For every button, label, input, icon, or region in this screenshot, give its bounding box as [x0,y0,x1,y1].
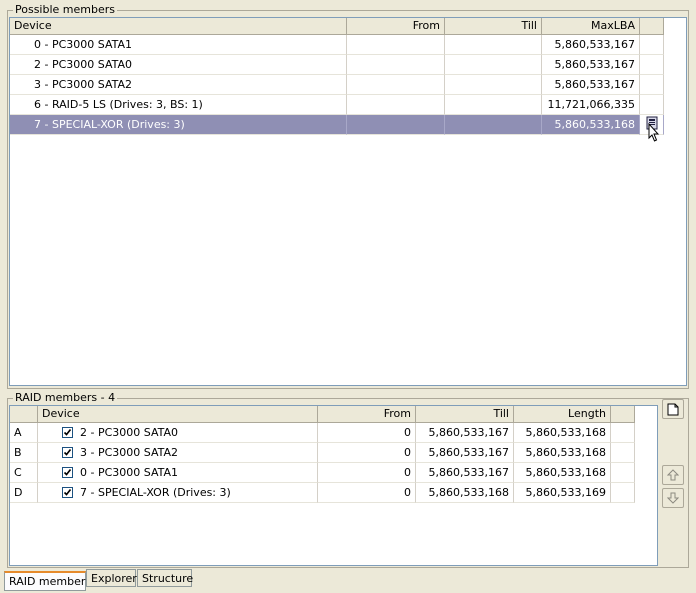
extra-cell [640,95,664,115]
col-maxlba-header[interactable]: MaxLBA [542,18,640,35]
extra-cell [611,443,635,463]
letter-cell: D [10,483,38,503]
col-extra-header [611,406,635,423]
till-cell: 5,860,533,167 [416,463,514,483]
device-cell: 6 - RAID-5 LS (Drives: 3, BS: 1) [10,95,347,115]
device-cell: 7 - SPECIAL-XOR (Drives: 3) [10,115,347,135]
tab-structure[interactable]: Structure [137,569,193,587]
col-length-header[interactable]: Length [514,406,611,423]
col-extra-header [640,18,664,35]
from-cell [347,55,445,75]
device-label: 3 - PC3000 SATA2 [80,446,179,459]
extra-cell [640,55,664,75]
letter-cell: B [10,443,38,463]
arrow-up-icon [667,469,679,481]
till-cell: 5,860,533,167 [416,443,514,463]
possible-members-title: Possible members [13,3,117,16]
from-cell: 0 [318,483,416,503]
till-cell [445,115,542,135]
device-cell: 7 - SPECIAL-XOR (Drives: 3) [38,483,318,503]
length-cell: 5,860,533,168 [514,443,611,463]
from-cell [347,115,445,135]
extra-cell [611,463,635,483]
member-checkbox[interactable] [62,447,73,458]
device-cell: 0 - PC3000 SATA1 [10,35,347,55]
maxlba-cell: 11,721,066,335 [542,95,640,115]
move-up-button[interactable] [662,465,684,485]
col-device-header[interactable]: Device [38,406,318,423]
device-cell: 2 - PC3000 SATA0 [38,423,318,443]
maxlba-cell: 5,860,533,167 [542,35,640,55]
mouse-cursor-icon [648,122,662,143]
possible-members-table[interactable]: Device From Till MaxLBA 0 - PC3000 SATA1… [9,17,687,386]
till-cell: 5,860,533,167 [416,423,514,443]
length-cell: 5,860,533,168 [514,423,611,443]
length-cell: 5,860,533,169 [514,483,611,503]
from-cell [347,75,445,95]
letter-cell: A [10,423,38,443]
new-document-icon [667,403,679,416]
length-cell: 5,860,533,168 [514,463,611,483]
device-cell: 3 - PC3000 SATA2 [10,75,347,95]
from-cell: 0 [318,423,416,443]
col-letter-header [10,406,38,423]
from-cell [347,95,445,115]
device-cell: 2 - PC3000 SATA0 [10,55,347,75]
member-checkbox[interactable] [62,487,73,498]
move-down-button[interactable] [662,488,684,508]
raid-members-title: RAID members - 4 [13,391,118,404]
extra-cell [611,423,635,443]
col-till-header[interactable]: Till [445,18,542,35]
till-cell [445,95,542,115]
letter-cell: C [10,463,38,483]
col-from-header[interactable]: From [347,18,445,35]
device-label: 2 - PC3000 SATA0 [80,426,179,439]
member-checkbox[interactable] [62,467,73,478]
from-cell: 0 [318,463,416,483]
maxlba-cell: 5,860,533,167 [542,55,640,75]
extra-cell [611,483,635,503]
from-cell: 0 [318,443,416,463]
new-member-button[interactable] [662,399,684,419]
col-till-header[interactable]: Till [416,406,514,423]
maxlba-cell: 5,860,533,167 [542,75,640,95]
col-from-header[interactable]: From [318,406,416,423]
device-cell: 0 - PC3000 SATA1 [38,463,318,483]
device-label: 7 - SPECIAL-XOR (Drives: 3) [80,486,231,499]
member-checkbox[interactable] [62,427,73,438]
extra-cell [640,35,664,55]
till-cell [445,35,542,55]
device-label: 0 - PC3000 SATA1 [80,466,179,479]
device-cell: 3 - PC3000 SATA2 [38,443,318,463]
from-cell [347,35,445,55]
tab-explorer[interactable]: Explorer [86,569,137,587]
arrow-down-icon [667,492,679,504]
raid-members-table[interactable]: Device From Till Length A 2 - PC3000 SAT… [9,405,658,566]
till-cell: 5,860,533,168 [416,483,514,503]
till-cell [445,75,542,95]
extra-cell [640,75,664,95]
till-cell [445,55,542,75]
maxlba-cell: 5,860,533,168 [542,115,640,135]
tab-raid-members[interactable]: RAID members [4,571,91,591]
col-device-header[interactable]: Device [10,18,347,35]
